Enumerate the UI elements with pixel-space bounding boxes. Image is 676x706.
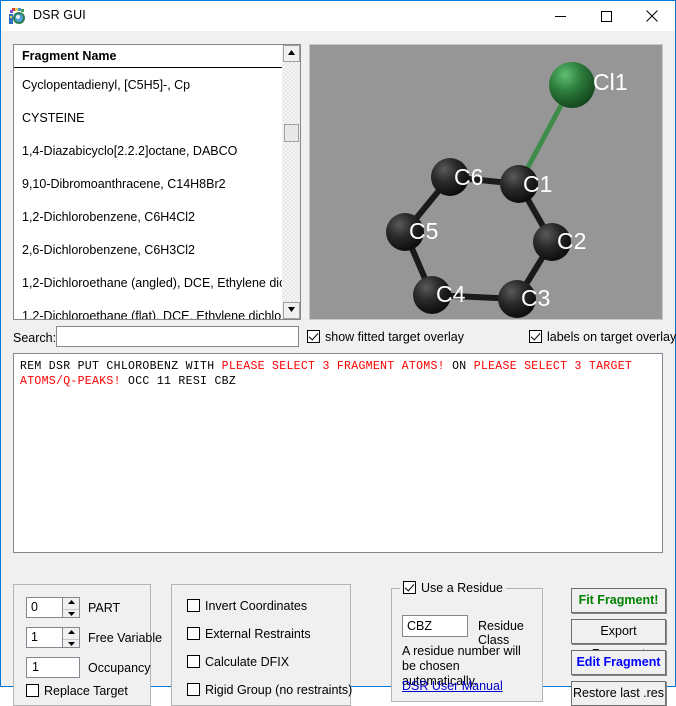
atom-label-c6: C6 [454,164,483,190]
external-restraints-label: External Restraints [205,627,311,641]
free-variable-spinner[interactable]: 1 [26,627,80,648]
checkbox-icon[interactable] [529,330,542,343]
free-variable-value: 1 [31,630,38,644]
list-item[interactable]: 1,2-Dichloroethane (flat), DCE, Ethylene… [14,300,284,320]
occupancy-value: 1 [32,660,39,674]
command-textarea[interactable]: REM DSR PUT CHLOROBENZ WITH PLEASE SELEC… [13,353,663,553]
export-fragment-button[interactable]: Export Fragment [571,619,666,644]
fragment-list[interactable]: Fragment Name Cyclopentadienyl, [C5H5]-,… [13,44,301,320]
labels-on-target-overlay-label: labels on target overlay [547,330,676,344]
residue-group: Use a Residue Residue Class A residue nu… [391,588,543,702]
list-item[interactable]: 2,6-Dichlorobenzene, C6H3Cl2 [14,234,284,267]
fit-fragment-button[interactable]: Fit Fragment! [571,588,666,613]
fragment-list-rows[interactable]: Cyclopentadienyl, [C5H5]-, Cp CYSTEINE 1… [14,69,284,320]
scroll-down-arrow-icon[interactable] [283,302,300,319]
residue-class-label: Residue Class [478,619,542,647]
list-item[interactable]: 9,10-Dibromoanthracene, C14H8Br2 [14,168,284,201]
checkbox-icon[interactable] [26,684,39,697]
client-area: Fragment Name Cyclopentadienyl, [C5H5]-,… [1,31,675,686]
scroll-up-arrow-icon[interactable] [283,45,300,62]
checkbox-icon[interactable] [187,655,200,668]
dsr-gui-window: DSR GUI Fragment Name Cyclopentadienyl, … [0,0,676,687]
use-a-residue-label: Use a Residue [421,581,503,595]
atom-label-c4: C4 [436,281,466,307]
list-item[interactable]: 1,2-Dichloroethane (angled), DCE, Ethyle… [14,267,284,300]
rigid-group-label: Rigid Group (no restraints) [205,683,352,697]
atom-cl1 [549,62,595,108]
part-spinner[interactable]: 0 [26,597,80,618]
list-item[interactable]: 1,2-Dichlorobenzene, C6H4Cl2 [14,201,284,234]
restore-last-res-button[interactable]: Restore last .res [571,681,666,706]
calculate-dfix-label: Calculate DFIX [205,655,289,669]
free-variable-label: Free Variable [88,631,162,645]
replace-target-checkbox[interactable]: Replace Target [26,684,128,698]
cmd-seg-1: PLEASE SELECT 3 FRAGMENT ATOMS! [222,360,445,373]
checkbox-icon[interactable] [307,330,320,343]
scrollbar-track[interactable] [283,62,300,302]
part-label: PART [88,601,120,615]
labels-on-target-overlay-checkbox[interactable]: labels on target overlay [529,330,676,344]
dsr-app-icon [9,8,26,25]
part-spin-up-icon[interactable] [63,600,79,610]
checkbox-icon[interactable] [187,683,200,696]
atom-label-c5: C5 [409,218,438,244]
atom-group [386,62,595,318]
dsr-user-manual-link[interactable]: DSR User Manual [402,679,503,693]
molecule-render: Cl1 C1 C2 C3 C4 C5 C6 [310,45,662,319]
title-bar: DSR GUI [1,1,675,32]
checkbox-icon[interactable] [187,627,200,640]
rigid-group-checkbox[interactable]: Rigid Group (no restraints) [187,683,352,697]
invert-coordinates-label: Invert Coordinates [205,599,307,613]
part-spinner-buttons[interactable] [62,598,79,617]
cmd-seg-4: OCC 11 RESI CBZ [121,375,236,388]
atom-label-c2: C2 [557,228,586,254]
part-value: 0 [31,600,38,614]
atom-label-c1: C1 [523,171,552,197]
checkbox-icon[interactable] [187,599,200,612]
replace-target-label: Replace Target [44,684,128,698]
occupancy-field[interactable]: 1 [26,657,80,678]
edit-fragment-button[interactable]: Edit Fragment [571,650,666,675]
maximize-button[interactable] [583,1,629,31]
atom-label-cl1: Cl1 [593,69,628,95]
fragment-list-header: Fragment Name [14,45,300,68]
free-variable-spin-down-icon[interactable] [63,642,79,651]
show-fitted-target-overlay-label: show fitted target overlay [325,330,464,344]
invert-coordinates-checkbox[interactable]: Invert Coordinates [187,599,307,613]
fragment-list-scrollbar[interactable] [282,45,300,319]
cmd-seg-2: ON [445,360,474,373]
residue-class-input[interactable] [402,615,468,637]
list-item[interactable]: CYSTEINE [14,102,284,135]
window-title: DSR GUI [33,8,86,22]
list-item[interactable]: Cyclopentadienyl, [C5H5]-, Cp [14,69,284,102]
atom-label-c3: C3 [521,285,550,311]
free-variable-spinner-buttons[interactable] [62,628,79,647]
show-fitted-target-overlay-checkbox[interactable]: show fitted target overlay [307,330,464,344]
use-a-residue-checkbox[interactable]: Use a Residue [400,581,506,595]
search-input[interactable] [56,326,299,347]
checkbox-icon[interactable] [403,581,416,594]
search-label: Search: [13,331,56,345]
free-variable-spin-up-icon[interactable] [63,630,79,640]
scrollbar-thumb[interactable] [284,124,299,142]
calculate-dfix-checkbox[interactable]: Calculate DFIX [187,655,289,669]
close-button[interactable] [629,1,675,31]
external-restraints-checkbox[interactable]: External Restraints [187,627,311,641]
minimize-button[interactable] [537,1,583,31]
molecule-viewer[interactable]: Cl1 C1 C2 C3 C4 C5 C6 [309,44,663,320]
cmd-seg-0: REM DSR PUT CHLOROBENZ WITH [20,360,222,373]
part-group: 0 PART 1 Free Variable 1 Occupancy [13,584,151,706]
options-group: Invert Coordinates External Restraints C… [171,584,351,706]
part-spin-down-icon[interactable] [63,612,79,621]
list-item[interactable]: 1,4-Diazabicyclo[2.2.2]octane, DABCO [14,135,284,168]
occupancy-label: Occupancy [88,661,151,675]
